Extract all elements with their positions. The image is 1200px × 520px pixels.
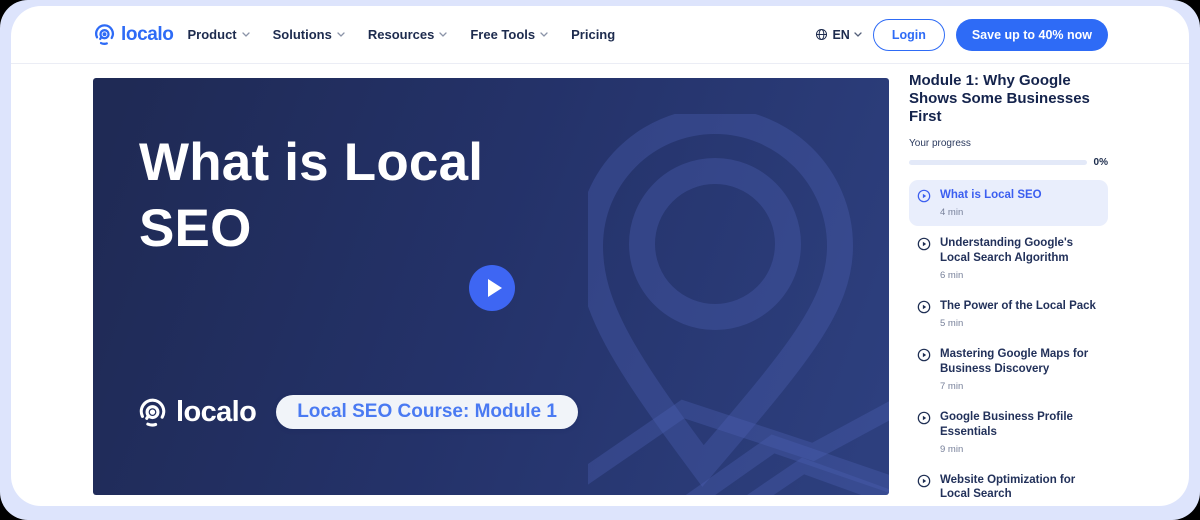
course-sidebar: Module 1: Why Google Shows Some Business… [909,72,1108,506]
video-brand-text: localo [176,396,256,429]
language-selector[interactable]: EN [815,28,861,42]
globe-icon [815,28,828,41]
lesson-title: What is Local SEO [940,188,1042,203]
nav-link-label: Pricing [571,27,615,42]
play-triangle-icon [488,279,502,297]
module-title: Module 1: Why Google Shows Some Business… [909,72,1108,126]
nav-link-resources[interactable]: Resources [368,27,447,42]
progress-label: Your progress [909,138,1108,149]
lesson-item[interactable]: Understanding Google's Local Search Algo… [909,228,1108,289]
lesson-title: Website Optimization for Local Search [940,473,1100,503]
play-button[interactable] [469,265,515,311]
lesson-list: What is Local SEO 4 min Understanding Go… [909,180,1108,506]
chevron-down-icon [540,32,548,37]
lesson-title: Understanding Google's Local Search Algo… [940,236,1100,266]
main-nav: Product Solutions Resources Free Tools P… [188,27,616,42]
progress-bar [909,160,1087,165]
lesson-duration: 9 min [940,444,1100,455]
nav-link-label: Product [188,27,237,42]
video-footer: localo Local SEO Course: Module 1 [137,395,578,429]
localo-logo-icon [93,23,116,46]
lesson-duration: 5 min [940,318,1096,329]
lesson-title: The Power of the Local Pack [940,299,1096,314]
course-badge: Local SEO Course: Module 1 [276,395,578,429]
lesson-item[interactable]: The Power of the Local Pack 5 min [909,291,1108,337]
video-title: What is Local SEO [139,130,549,263]
nav-link-label: Solutions [273,27,332,42]
promo-cta-button[interactable]: Save up to 40% now [956,19,1108,51]
localo-logo[interactable]: localo [93,23,174,46]
map-pin-watermark-icon [588,114,889,495]
lesson-duration: 4 min [940,207,1042,218]
video-localo-logo: localo [137,396,256,429]
lesson-title: Google Business Profile Essentials [940,410,1100,440]
main-content: What is Local SEO [93,78,1108,506]
lesson-item[interactable]: Google Business Profile Essentials 9 min [909,402,1108,463]
localo-logo-icon [137,397,168,428]
play-circle-icon [917,300,931,314]
nav-link-pricing[interactable]: Pricing [571,27,615,42]
play-circle-icon [917,237,931,251]
chevron-down-icon [242,32,250,37]
lesson-item[interactable]: What is Local SEO 4 min [909,180,1108,226]
play-circle-icon [917,348,931,362]
play-circle-icon [917,411,931,425]
page-card: localo Product Solutions Resources Free … [11,6,1189,506]
lesson-title: Mastering Google Maps for Business Disco… [940,347,1100,377]
lesson-item[interactable]: Mastering Google Maps for Business Disco… [909,339,1108,400]
nav-link-label: Free Tools [470,27,535,42]
nav-link-product[interactable]: Product [188,27,250,42]
chevron-down-icon [854,32,862,37]
browser-frame: localo Product Solutions Resources Free … [0,0,1200,520]
progress-percent: 0% [1094,157,1108,168]
lesson-item[interactable]: Website Optimization for Local Search 13… [909,465,1108,507]
chevron-down-icon [439,32,447,37]
play-circle-icon [917,474,931,488]
play-circle-icon [917,189,931,203]
login-button[interactable]: Login [873,19,945,51]
nav-link-free-tools[interactable]: Free Tools [470,27,548,42]
video-player[interactable]: What is Local SEO [93,78,889,495]
lesson-duration: 6 min [940,270,1100,281]
nav-link-label: Resources [368,27,434,42]
chevron-down-icon [337,32,345,37]
top-nav: localo Product Solutions Resources Free … [11,6,1189,64]
lesson-duration: 7 min [940,381,1100,392]
language-label: EN [832,28,849,42]
brand-text: localo [121,24,174,46]
nav-link-solutions[interactable]: Solutions [273,27,345,42]
